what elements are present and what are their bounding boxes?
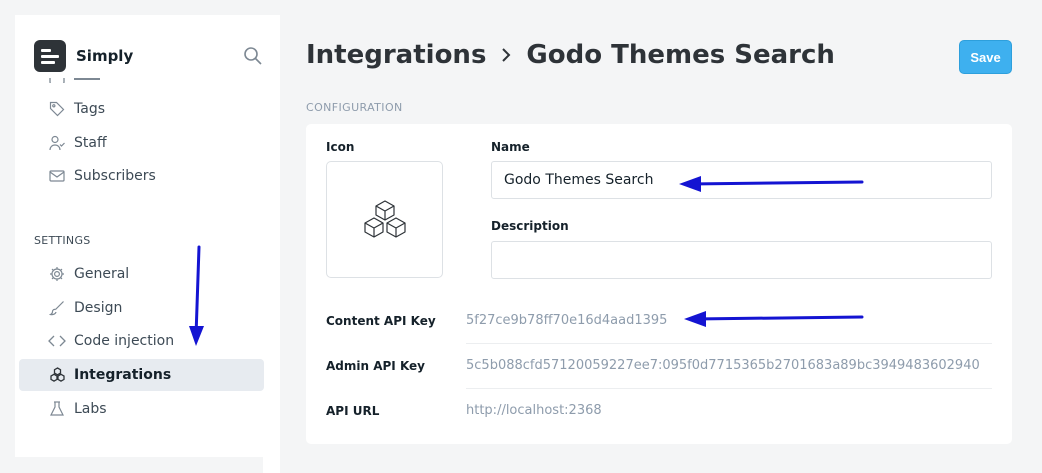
description-input[interactable] xyxy=(491,241,992,279)
annotation-arrow-down xyxy=(189,245,204,346)
sidebar-item-labs[interactable]: Labs xyxy=(19,393,264,425)
mail-icon xyxy=(48,167,66,185)
sidebar-item-design[interactable]: Design xyxy=(19,292,264,324)
admin-api-key-label: Admin API Key xyxy=(326,359,425,373)
annotation-arrow-content-key xyxy=(684,311,864,327)
sidebar-item-label: Integrations xyxy=(74,367,172,383)
api-url-value[interactable]: http://localhost:2368 xyxy=(466,403,992,418)
breadcrumb-parent-link[interactable]: Integrations xyxy=(306,40,486,70)
cubes-icon xyxy=(363,199,406,238)
search-icon[interactable] xyxy=(243,46,263,66)
settings-section-label: SETTINGS xyxy=(34,234,91,247)
icon-label: Icon xyxy=(326,140,355,154)
configuration-section-label: CONFIGURATION xyxy=(306,101,403,114)
breadcrumb: Integrations Godo Themes Search xyxy=(306,40,835,70)
sidebar-item-tags[interactable]: Tags xyxy=(19,93,264,125)
sidebar-item-label: Tags xyxy=(74,101,105,117)
brand[interactable]: Simply xyxy=(34,40,133,72)
icon-upload[interactable] xyxy=(326,161,443,278)
save-button[interactable]: Save xyxy=(959,40,1012,74)
staff-icon xyxy=(48,134,66,152)
integrations-icon xyxy=(48,366,66,384)
row-divider xyxy=(466,343,992,344)
sidebar-item-subscribers[interactable]: Subscribers xyxy=(19,160,264,192)
sidebar-item-label: Subscribers xyxy=(74,168,156,184)
clipped-nav-item xyxy=(48,73,108,83)
sidebar-item-code-injection[interactable]: Code injection xyxy=(19,325,264,357)
gear-icon xyxy=(48,265,66,283)
sidebar-item-integrations[interactable]: Integrations xyxy=(19,359,264,391)
sidebar-footer-gap xyxy=(15,457,263,473)
brand-name: Simply xyxy=(76,47,134,65)
content-api-key-label: Content API Key xyxy=(326,314,436,328)
sidebar-item-staff[interactable]: Staff xyxy=(19,127,264,159)
chevron-right-icon xyxy=(502,48,511,62)
sidebar-item-general[interactable]: General xyxy=(19,258,264,290)
sidebar-item-label: Code injection xyxy=(74,333,175,349)
configuration-card: Icon Name Description Content API Key 5f… xyxy=(306,124,1012,444)
code-icon xyxy=(48,332,66,350)
brush-icon xyxy=(48,299,66,317)
sidebar-item-label: Design xyxy=(74,300,123,316)
sidebar-item-label: Staff xyxy=(74,135,107,151)
name-label: Name xyxy=(491,140,530,154)
annotation-arrow-name xyxy=(679,176,864,192)
sidebar-item-label: General xyxy=(74,266,130,282)
sidebar-item-label: Labs xyxy=(74,401,107,417)
brand-logo-icon xyxy=(34,40,66,72)
row-divider xyxy=(466,388,992,389)
description-label: Description xyxy=(491,219,569,233)
tag-icon xyxy=(48,100,66,118)
api-url-label: API URL xyxy=(326,404,380,418)
sidebar: Simply Tags Staff Subscribers SETTINGS G… xyxy=(15,15,280,473)
flask-icon xyxy=(48,400,66,418)
admin-api-key-value[interactable]: 5c5b088cfd57120059227ee7:095f0d7715365b2… xyxy=(466,358,992,373)
page-title: Godo Themes Search xyxy=(526,40,835,70)
